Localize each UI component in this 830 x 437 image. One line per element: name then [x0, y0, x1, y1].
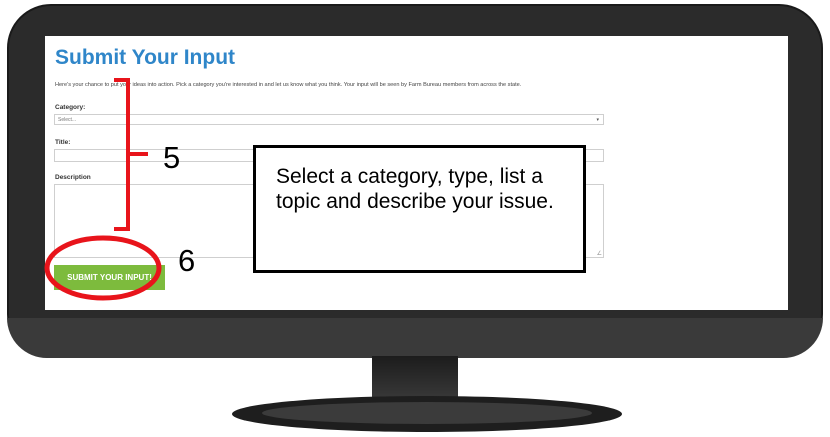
- step-6-circle: [44, 235, 162, 301]
- callout-text: Select a category, type, list a topic an…: [276, 165, 554, 213]
- step-5-number: 5: [163, 140, 181, 175]
- step-6-number: 6: [178, 243, 196, 278]
- instruction-callout: Select a category, type, list a topic an…: [253, 145, 586, 273]
- step-5-bracket: [114, 78, 148, 231]
